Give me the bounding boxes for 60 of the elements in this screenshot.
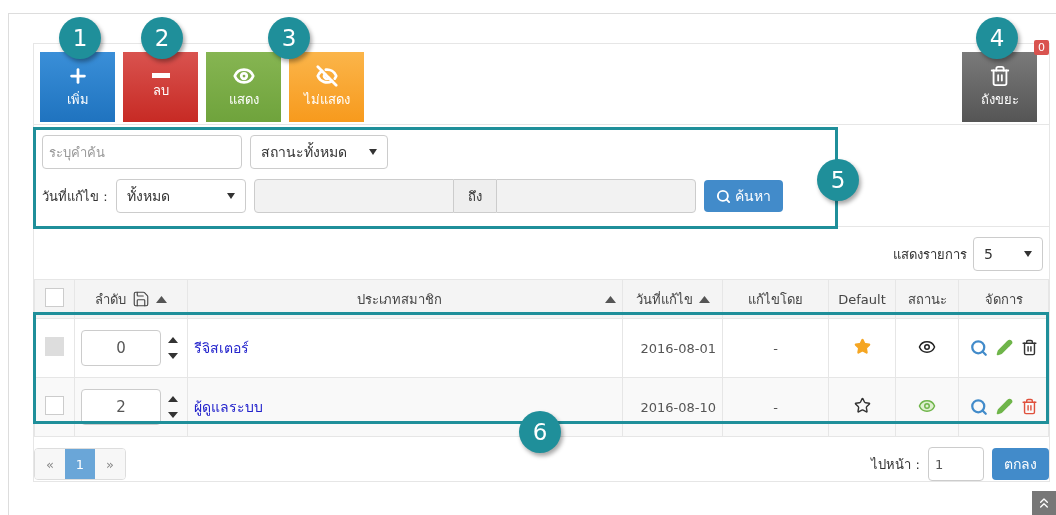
eye-off-icon <box>315 64 338 87</box>
date-label: วันที่แก้ไข : <box>42 187 108 206</box>
step-marker: 4 <box>976 17 1018 59</box>
end-date-field[interactable] <box>495 179 696 213</box>
save-icon[interactable] <box>132 290 150 308</box>
member-type-link[interactable]: รีจิสเตอร์ <box>194 340 249 356</box>
pencil-icon[interactable] <box>995 398 1013 415</box>
trash-icon[interactable] <box>1020 339 1038 356</box>
column-header: Default <box>838 291 886 307</box>
caret-icon <box>226 193 235 199</box>
column-header: ประเภทสมาชิก <box>357 290 442 309</box>
trash-icon <box>988 64 1011 87</box>
page-size-select[interactable]: 5 <box>973 237 1043 271</box>
step-marker: 6 <box>519 411 561 453</box>
caret-icon <box>1024 251 1032 257</box>
column-header: จัดการ <box>984 290 1023 309</box>
date-text: 2016-08-01 <box>640 340 716 356</box>
editor-text: - <box>773 399 778 415</box>
select-all-checkbox[interactable] <box>45 288 64 307</box>
minus-icon <box>151 73 170 78</box>
caret-icon <box>369 149 377 155</box>
start-date-field[interactable] <box>253 179 454 213</box>
next-page-link[interactable]: » <box>95 449 125 479</box>
date-text: 2016-08-10 <box>640 399 716 415</box>
page-number-field[interactable]: 1 <box>928 447 984 481</box>
sort-icon[interactable] <box>698 295 710 303</box>
date-select[interactable]: ทั้งหมด <box>115 179 246 213</box>
pencil-icon[interactable] <box>995 339 1013 356</box>
scroll-top-button[interactable] <box>1032 491 1056 515</box>
member-type-link[interactable]: ผู้ดูแลระบบ <box>194 399 263 415</box>
editor-text: - <box>773 340 778 356</box>
column-header: วันที่แก้ไข <box>635 290 693 309</box>
add-button[interactable]: เพิ่ม <box>40 52 115 122</box>
search-icon <box>715 188 731 204</box>
search-icon[interactable] <box>969 339 988 357</box>
sort-icon[interactable] <box>605 295 616 303</box>
column-header: สถานะ <box>907 290 947 309</box>
goto-label: ไปหน้า : <box>871 455 920 474</box>
row-checkbox[interactable] <box>45 396 64 415</box>
search-button[interactable]: ค้นหา <box>703 180 783 212</box>
column-header: แก้ไขโดย <box>748 290 803 309</box>
star-icon[interactable] <box>853 338 871 355</box>
order-field[interactable]: 0 <box>81 330 161 366</box>
column-header: ลำดับ <box>95 290 126 309</box>
step-marker: 1 <box>59 17 101 59</box>
count-badge: 0 <box>1034 40 1049 55</box>
step-marker: 5 <box>817 159 859 201</box>
ok-button[interactable]: ตกลง <box>992 448 1049 480</box>
status-select[interactable]: สถานะทั้งหมด <box>250 135 388 169</box>
keyword-field[interactable]: ระบุคำค้น <box>42 135 242 169</box>
step-marker: 2 <box>141 17 183 59</box>
page-size-label: แสดงรายการ <box>893 245 967 264</box>
star-icon[interactable] <box>853 397 871 414</box>
to-label: ถึง <box>453 179 496 213</box>
step-marker: 3 <box>268 17 310 59</box>
search-icon[interactable] <box>969 398 988 416</box>
trash-button[interactable]: ถังขยะ <box>962 52 1037 122</box>
sort-icon[interactable] <box>156 295 167 303</box>
previous-page-link[interactable]: « <box>35 449 65 479</box>
delete-button[interactable]: ลบ <box>123 52 198 122</box>
